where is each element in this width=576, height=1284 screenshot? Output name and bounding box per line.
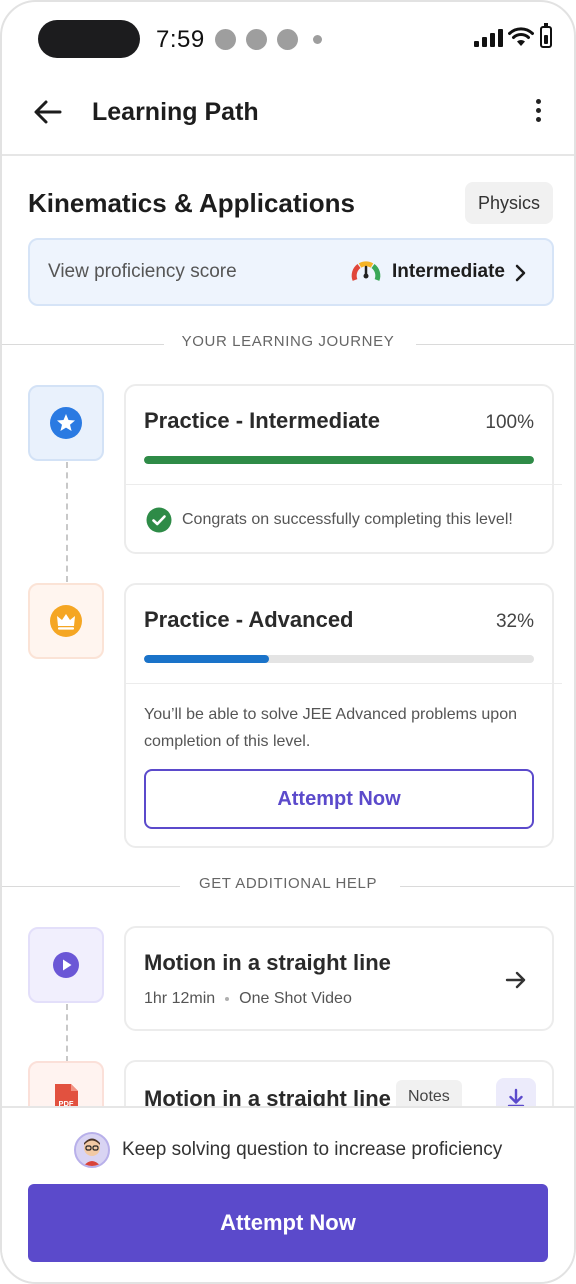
battery-icon xyxy=(540,23,552,48)
chevron-right-icon xyxy=(515,264,526,282)
status-bar: 7:59 xyxy=(2,2,574,78)
level-intermediate-node xyxy=(28,385,104,461)
help-connector xyxy=(66,1004,68,1062)
journey-connector xyxy=(66,462,68,582)
phone-frame: 7:59 Learning Path Kinematics & Applicat… xyxy=(0,0,576,1284)
card-divider xyxy=(126,683,562,684)
play-icon xyxy=(53,952,79,978)
back-arrow-icon[interactable] xyxy=(32,96,64,128)
level-card-intermediate[interactable]: Practice - Intermediate 100% Congrats on… xyxy=(124,384,562,554)
page-title: Learning Path xyxy=(92,98,259,126)
meta-separator-dot xyxy=(225,997,230,1001)
level-progress-fill xyxy=(144,655,269,663)
bottom-action-bar: Keep solving question to increase profic… xyxy=(2,1106,574,1282)
help-card-video[interactable]: Motion in a straight line 1hr 12min One … xyxy=(124,926,554,1031)
level-percent: 100% xyxy=(485,412,534,433)
check-circle-icon xyxy=(146,507,172,533)
level-status-text: Congrats on successfully completing this… xyxy=(182,511,513,528)
card-divider xyxy=(126,484,562,485)
proficiency-score-row[interactable]: View proficiency score Intermediate xyxy=(28,238,554,306)
proficiency-label: View proficiency score xyxy=(48,261,237,282)
help-item-title: Motion in a straight line xyxy=(144,950,391,975)
help-section-divider: GET ADDITIONAL HELP xyxy=(2,875,574,899)
video-type: One Shot Video xyxy=(239,990,352,1007)
level-advanced-node xyxy=(28,583,104,659)
arrow-right-icon[interactable] xyxy=(504,968,528,992)
level-progress-bar xyxy=(144,655,534,663)
topic-title: Kinematics & Applications xyxy=(28,188,355,218)
crown-icon xyxy=(50,605,82,637)
help-item-meta: 1hr 12min One Shot Video xyxy=(144,990,352,1008)
hint-text: Keep solving question to increase profic… xyxy=(122,1139,503,1160)
star-icon xyxy=(50,407,82,439)
level-progress-bar xyxy=(144,456,534,464)
journey-heading: YOUR LEARNING JOURNEY xyxy=(181,333,395,350)
attempt-now-primary-button[interactable]: Attempt Now xyxy=(28,1184,548,1262)
wifi-icon xyxy=(508,27,534,46)
subject-chip: Physics xyxy=(465,182,553,224)
notification-dot-icon xyxy=(277,29,298,50)
level-progress-fill xyxy=(144,456,534,464)
level-description: You’ll be able to solve JEE Advanced pro… xyxy=(144,706,517,750)
notification-dot-icon xyxy=(246,29,267,50)
level-title: Practice - Intermediate xyxy=(144,408,380,433)
notification-dot-icon xyxy=(215,29,236,50)
cellular-signal-icon xyxy=(474,29,504,47)
video-duration: 1hr 12min xyxy=(144,990,216,1007)
app-bar: Learning Path xyxy=(2,78,574,156)
video-node xyxy=(28,927,104,1003)
more-options-icon[interactable] xyxy=(526,96,550,128)
proficiency-hint: Keep solving question to increase profic… xyxy=(74,1132,502,1168)
notification-dot-icon xyxy=(313,35,322,44)
level-card-advanced[interactable]: Practice - Advanced 32% You’ll be able t… xyxy=(124,583,562,848)
level-title: Practice - Advanced xyxy=(144,607,354,632)
journey-section-divider: YOUR LEARNING JOURNEY xyxy=(2,333,574,357)
attempt-now-button[interactable]: Attempt Now xyxy=(144,769,534,829)
help-heading: GET ADDITIONAL HELP xyxy=(198,875,378,892)
status-time: 7:59 xyxy=(156,26,205,53)
proficiency-level: Intermediate xyxy=(392,261,505,282)
avatar xyxy=(74,1132,110,1168)
level-percent: 32% xyxy=(495,611,534,632)
gauge-icon xyxy=(351,261,381,281)
dynamic-island xyxy=(38,20,140,58)
